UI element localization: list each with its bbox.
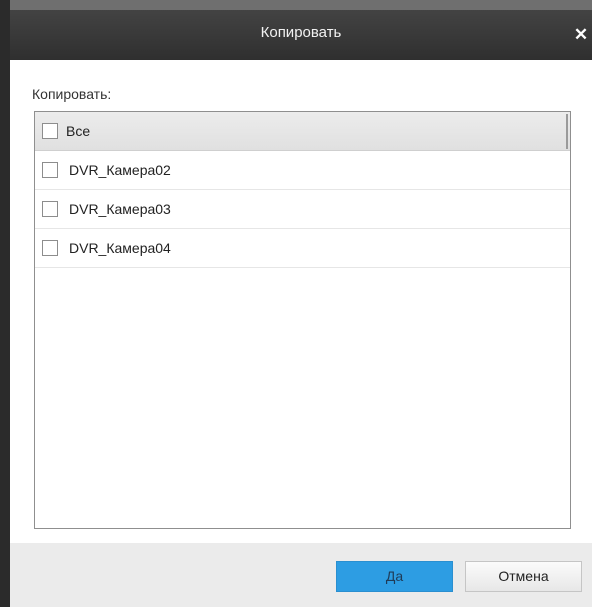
section-label: Копировать: xyxy=(32,86,112,102)
item-label: DVR_Камера02 xyxy=(69,162,171,178)
item-checkbox[interactable] xyxy=(42,162,58,178)
dialog-titlebar[interactable]: Копировать ✕ xyxy=(10,10,592,60)
ok-button[interactable]: Да xyxy=(336,561,453,592)
dialog-body: Копировать: Все DVR_Камера02 DVR_Камера0… xyxy=(10,60,592,543)
cancel-button[interactable]: Отмена xyxy=(465,561,582,592)
window-top-strip xyxy=(10,0,592,10)
dialog-title: Копировать xyxy=(260,24,342,41)
item-checkbox[interactable] xyxy=(42,240,58,256)
item-label: DVR_Камера04 xyxy=(69,240,171,256)
list-item[interactable]: DVR_Камера03 xyxy=(35,190,570,229)
item-label: DVR_Камера03 xyxy=(69,201,171,217)
item-checkbox[interactable] xyxy=(42,201,58,217)
list-item[interactable]: DVR_Камера02 xyxy=(35,151,570,190)
select-all-label: Все xyxy=(66,123,91,139)
dialog-footer: Да Отмена xyxy=(10,543,592,607)
column-resize-handle[interactable] xyxy=(566,114,568,149)
copy-dialog: Копировать ✕ Копировать: Все DVR_Камера0… xyxy=(10,10,592,607)
close-icon[interactable]: ✕ xyxy=(570,23,592,47)
select-all-checkbox[interactable] xyxy=(42,123,58,139)
list-header-select-all[interactable]: Все xyxy=(35,112,570,151)
list-item[interactable]: DVR_Камера04 xyxy=(35,229,570,268)
camera-list[interactable]: Все DVR_Камера02 DVR_Камера03 DVR_Камера… xyxy=(34,111,571,529)
